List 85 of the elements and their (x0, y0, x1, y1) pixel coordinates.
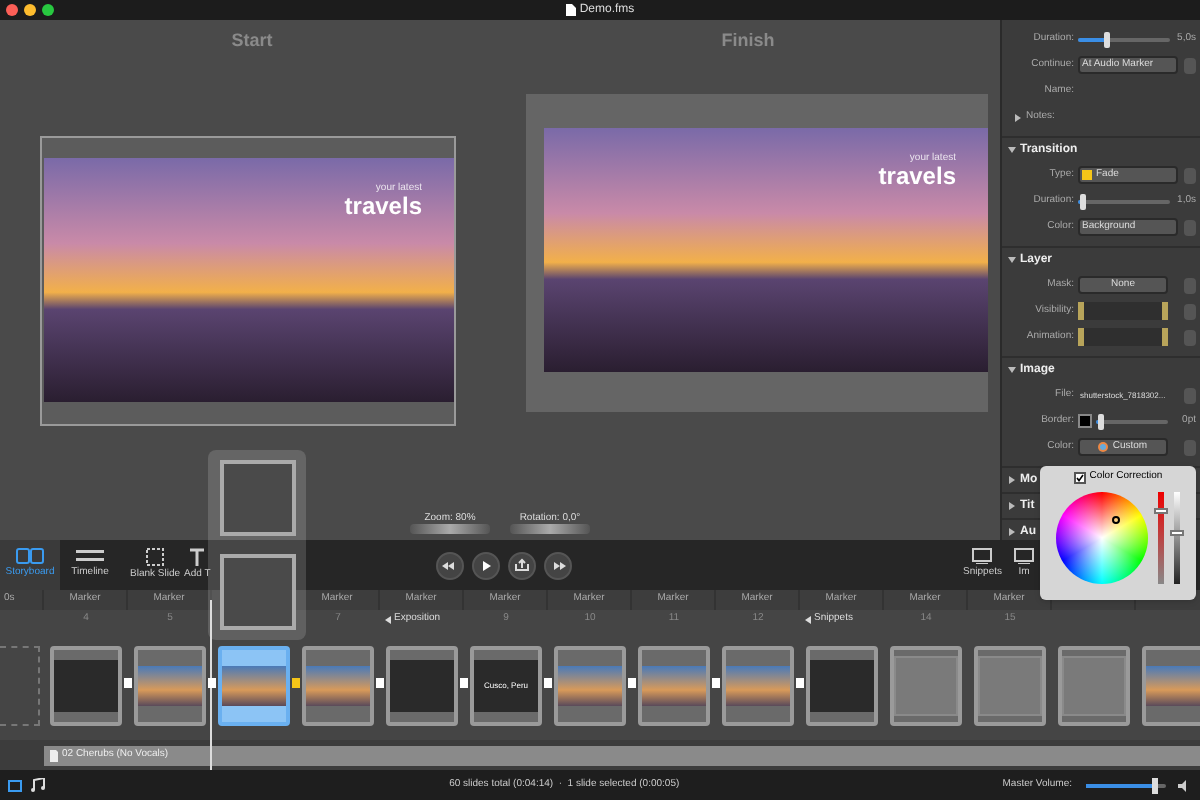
square-icon (1082, 170, 1092, 180)
photo-placeholder (306, 665, 370, 705)
fast-forward-button[interactable] (544, 551, 573, 579)
slide-thumbnail[interactable] (638, 645, 710, 725)
empty-slide-preview (978, 655, 1042, 715)
share-button[interactable] (508, 551, 537, 579)
disclosure-triangle-icon[interactable] (1008, 366, 1016, 374)
slide-title: travels (878, 164, 956, 188)
screen-icon (1014, 548, 1034, 565)
slide-title: travels (344, 194, 422, 218)
slide-thumbnail[interactable] (218, 645, 290, 725)
rewind-button[interactable] (436, 551, 465, 579)
music-note-icon (30, 778, 46, 792)
photo-placeholder (222, 665, 286, 705)
vertical-slider-thumb[interactable] (1154, 507, 1168, 514)
title-slide-preview (810, 659, 874, 711)
slide-thumbnail[interactable] (1142, 645, 1200, 725)
slide-thumbnail[interactable] (386, 645, 458, 725)
finish-label: Finish (719, 28, 777, 54)
slide-thumbnail[interactable] (134, 645, 206, 725)
slide-thumbnail[interactable] (1058, 645, 1130, 725)
keyframe-track[interactable] (1078, 328, 1168, 346)
vertical-slider-thumb[interactable] (1170, 530, 1184, 537)
slide-thumbnail[interactable] (974, 645, 1046, 725)
slide-thumbnail[interactable] (722, 645, 794, 725)
dashed-square-icon (146, 547, 164, 566)
speaker-icon (1178, 779, 1192, 791)
disclosure-triangle-icon[interactable] (1008, 528, 1016, 536)
transition-marker[interactable] (628, 678, 636, 688)
transition-marker[interactable] (376, 678, 384, 688)
document-icon (50, 749, 58, 761)
start-label: Start (229, 28, 275, 54)
disclosure-triangle-icon[interactable] (1008, 476, 1016, 484)
slide-thumbnail[interactable] (806, 645, 878, 725)
volume-slider-thumb[interactable] (1152, 777, 1158, 793)
slider-thumb[interactable] (1097, 413, 1104, 429)
text-icon (188, 547, 207, 566)
empty-slide-preview (894, 655, 958, 715)
document-icon (565, 4, 576, 16)
title-slide-preview (390, 659, 454, 711)
disclosure-triangle-icon[interactable] (1014, 113, 1022, 121)
photo-placeholder (642, 665, 706, 705)
minimize-button[interactable] (24, 4, 36, 16)
slide-thumbnail[interactable] (50, 645, 122, 725)
triangle-icon (384, 616, 392, 624)
color-swatch[interactable] (1078, 414, 1092, 428)
share-icon (512, 555, 533, 575)
slide-thumbnail[interactable] (554, 645, 626, 725)
title-slide-preview (54, 659, 118, 711)
screen-icon (972, 548, 993, 565)
disclosure-triangle-icon[interactable] (1008, 256, 1016, 264)
checkmark-icon (1075, 473, 1084, 482)
transition-marker[interactable] (796, 678, 804, 688)
play-button[interactable] (472, 551, 501, 579)
empty-slide-preview (1062, 655, 1126, 715)
transition-marker[interactable] (292, 678, 300, 688)
photo-placeholder (138, 665, 202, 705)
zoom-wheel[interactable] (410, 524, 490, 534)
photo-placeholder (726, 665, 790, 705)
transition-marker[interactable] (712, 678, 720, 688)
slide-thumbnail[interactable] (890, 645, 962, 725)
drop-placeholder (0, 645, 40, 725)
disclosure-triangle-icon[interactable] (1008, 146, 1016, 154)
triangle-icon (804, 616, 812, 624)
zoom-button[interactable] (42, 4, 54, 16)
photo-placeholder (558, 665, 622, 705)
slideshow-icon (8, 779, 24, 791)
transition-marker[interactable] (460, 678, 468, 688)
keyframe-track[interactable] (1078, 302, 1168, 320)
slide-thumbnail[interactable] (302, 645, 374, 725)
slider-thumb[interactable] (1080, 193, 1087, 209)
transition-marker[interactable] (124, 678, 132, 688)
transition-marker[interactable] (208, 678, 216, 688)
close-button[interactable] (6, 4, 18, 16)
color-picker-handle[interactable] (1112, 515, 1120, 523)
disclosure-triangle-icon[interactable] (1008, 502, 1016, 510)
two-panels-icon (16, 548, 44, 565)
photo-placeholder (1146, 665, 1200, 705)
transition-marker[interactable] (544, 678, 552, 688)
slider-thumb[interactable] (1103, 31, 1110, 47)
rotation-wheel[interactable] (510, 524, 590, 534)
checkbox[interactable] (1073, 471, 1086, 484)
lines-icon (76, 548, 104, 565)
color-wheel-icon (1098, 442, 1109, 452)
color-wheel[interactable] (1056, 491, 1148, 583)
